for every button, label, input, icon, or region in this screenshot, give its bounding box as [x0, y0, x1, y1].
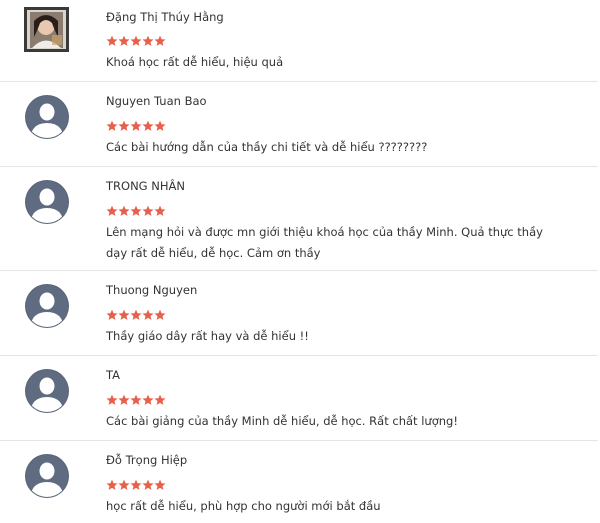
star-icon: [142, 120, 154, 131]
rating-stars: [106, 309, 166, 323]
star-icon: [106, 479, 118, 490]
star-icon: [154, 35, 166, 46]
rating-stars: [106, 120, 166, 134]
review-author: TA: [106, 368, 120, 382]
rating-stars: [106, 35, 166, 49]
star-icon: [118, 479, 130, 490]
rating-stars: [106, 479, 166, 493]
default-user-icon: [24, 94, 70, 140]
review-author: Đỗ Trọng Hiệp: [106, 453, 188, 467]
review-comment: Các bài giảng của thầy Minh dễ hiểu, dễ …: [106, 414, 458, 428]
star-icon: [130, 309, 142, 320]
star-icon: [130, 479, 142, 490]
rating-stars: [106, 394, 166, 408]
star-icon: [154, 205, 166, 216]
star-icon: [130, 205, 142, 216]
review-item: TA Các bài giảng của thầy Minh dễ hiểu, …: [0, 356, 598, 441]
star-icon: [106, 120, 118, 131]
review-item: Thuong Nguyen Thầy giáo dây rất hay và d…: [0, 271, 598, 356]
star-icon: [118, 394, 130, 405]
review-author: Nguyen Tuan Bao: [106, 94, 207, 108]
default-user-icon: [24, 368, 70, 414]
review-author: Đặng Thị Thúy Hằng: [106, 10, 224, 24]
review-item: Đỗ Trọng Hiệp học rất dễ hiểu, phù hợp c…: [0, 441, 598, 523]
star-icon: [142, 35, 154, 46]
default-user-icon: [24, 179, 70, 225]
star-icon: [130, 120, 142, 131]
star-icon: [106, 309, 118, 320]
star-icon: [106, 205, 118, 216]
star-icon: [154, 394, 166, 405]
star-icon: [142, 394, 154, 405]
rating-stars: [106, 205, 166, 219]
star-icon: [118, 205, 130, 216]
star-icon: [142, 205, 154, 216]
review-comment: học rất dễ hiểu, phù hợp cho người mới b…: [106, 499, 381, 513]
user-photo-avatar: [24, 7, 69, 52]
default-user-icon: [24, 283, 70, 329]
review-comment: Khoá học rất dễ hiểu, hiệu quả: [106, 55, 284, 69]
review-author: Thuong Nguyen: [106, 283, 198, 297]
star-icon: [118, 35, 130, 46]
review-item: Đặng Thị Thúy Hằng Khoá học rất dễ hiểu,…: [0, 0, 598, 82]
star-icon: [118, 120, 130, 131]
star-icon: [142, 479, 154, 490]
review-item: TRONG NHÂN Lên mạng hỏi và được mn giới …: [0, 167, 598, 271]
default-user-icon: [24, 453, 70, 499]
star-icon: [154, 479, 166, 490]
review-author: TRONG NHÂN: [106, 179, 185, 193]
star-icon: [130, 394, 142, 405]
star-icon: [130, 35, 142, 46]
review-item: Nguyen Tuan Bao Các bài hướng dẫn của th…: [0, 82, 598, 167]
star-icon: [118, 309, 130, 320]
star-icon: [154, 120, 166, 131]
star-icon: [106, 35, 118, 46]
review-comment: Các bài hướng dẫn của thầy chi tiết và d…: [106, 140, 428, 154]
star-icon: [106, 394, 118, 405]
star-icon: [154, 309, 166, 320]
review-comment: Thầy giáo dây rất hay và dễ hiểu !!: [106, 329, 309, 343]
review-comment: Lên mạng hỏi và được mn giới thiệu khoá …: [106, 225, 543, 260]
star-icon: [142, 309, 154, 320]
